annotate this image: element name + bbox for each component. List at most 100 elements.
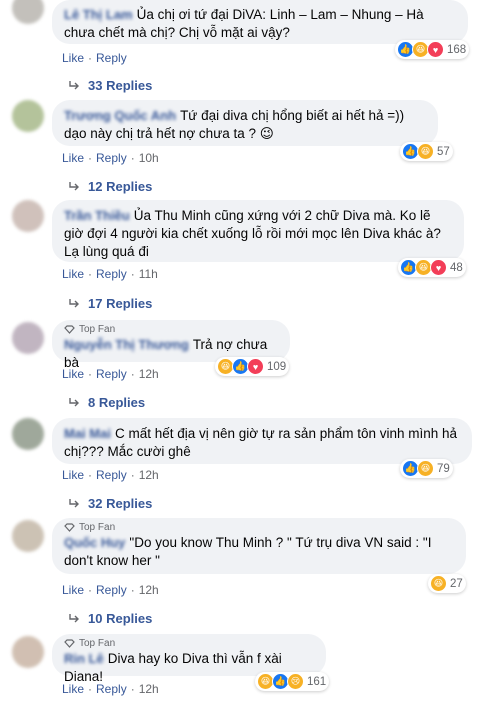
separator: ·: [130, 468, 135, 482]
reply-link[interactable]: Reply: [96, 367, 127, 381]
avatar[interactable]: [12, 100, 44, 132]
comment-actions: Like · Reply · 12h: [62, 367, 159, 381]
comment-bubble: Mai Mai C mất hết địa vị nên giờ tự ra sả…: [52, 418, 472, 464]
reaction-summary[interactable]: 😆 👍 😢 161: [255, 672, 330, 691]
like-link[interactable]: Like: [62, 367, 84, 381]
comment-author[interactable]: Trương Quốc Anh: [64, 108, 176, 123]
reply-link[interactable]: Reply: [96, 468, 127, 482]
avatar[interactable]: [12, 200, 44, 232]
reply-link[interactable]: Reply: [96, 682, 127, 696]
separator: ·: [130, 151, 135, 165]
reaction-summary[interactable]: 👍 😆 57: [400, 142, 453, 161]
separator: ·: [130, 583, 135, 597]
comment-actions: Like · Reply · 10h: [62, 151, 159, 165]
comment-author[interactable]: Lê Thị Lam: [64, 7, 133, 22]
replies-count: 17 Replies: [88, 296, 153, 311]
view-replies-link[interactable]: 12 Replies: [68, 179, 152, 194]
separator: ·: [88, 151, 93, 165]
like-link[interactable]: Like: [62, 151, 84, 165]
separator: ·: [88, 468, 93, 482]
reaction-count: 57: [437, 145, 450, 158]
reply-link[interactable]: Reply: [96, 267, 127, 281]
haha-reaction-icon: 😆: [417, 143, 434, 160]
reaction-summary[interactable]: 👍 😆 79: [400, 459, 453, 478]
avatar[interactable]: [12, 520, 44, 552]
reply-arrow-icon: [69, 613, 79, 622]
top-fan-icon: [64, 639, 75, 648]
reply-arrow-icon: [69, 181, 79, 190]
like-link[interactable]: Like: [62, 267, 84, 281]
top-fan-icon: [64, 523, 75, 532]
comment-bubble: Top Fan Quốc Huy "Do you know Thu Minh ? …: [52, 518, 466, 574]
comment-time[interactable]: 12h: [139, 468, 159, 482]
love-reaction-icon: ♥: [427, 41, 444, 58]
comment-actions: Like · Reply · 12h: [62, 583, 159, 597]
comment-time[interactable]: 10h: [139, 151, 159, 165]
comment-actions: Like · Reply · 12h: [62, 682, 159, 696]
love-reaction-icon: ♥: [247, 358, 264, 375]
reaction-count: 168: [447, 43, 467, 56]
separator: ·: [130, 682, 135, 696]
reaction-summary[interactable]: 👍 😆 ♥ 48: [398, 258, 466, 277]
separator: ·: [88, 682, 93, 696]
reaction-count: 48: [450, 261, 463, 274]
reply-link[interactable]: Reply: [96, 583, 127, 597]
reaction-count: 109: [267, 360, 287, 373]
comment-bubble: Top Fan Nguyễn Thị Thương Trả nợ chưa bà: [52, 320, 290, 370]
like-link[interactable]: Like: [62, 51, 84, 65]
avatar[interactable]: [12, 0, 44, 24]
comment-author[interactable]: Mai Mai: [64, 426, 111, 441]
comment-actions: Like · Reply: [62, 51, 127, 65]
replies-count: 33 Replies: [88, 78, 153, 93]
reply-arrow-icon: [69, 498, 79, 507]
separator: ·: [130, 267, 135, 281]
replies-count: 8 Replies: [88, 395, 146, 410]
like-link[interactable]: Like: [62, 583, 84, 597]
comment-author[interactable]: Nguyễn Thị Thương: [64, 337, 189, 352]
separator: ·: [130, 367, 135, 381]
separator: ·: [88, 267, 93, 281]
separator: ·: [88, 583, 93, 597]
comment-time[interactable]: 12h: [139, 583, 159, 597]
comment-author[interactable]: Quốc Huy: [64, 535, 125, 550]
comment-time[interactable]: 12h: [139, 682, 159, 696]
avatar[interactable]: [12, 418, 44, 450]
reaction-summary[interactable]: 😆 27: [428, 574, 466, 593]
reply-arrow-icon: [69, 80, 79, 89]
view-replies-link[interactable]: 10 Replies: [68, 611, 152, 626]
top-fan-badge: Top Fan: [64, 522, 454, 533]
comment-bubble: Lê Thị Lam Ủa chị ơi tứ đại DiVA: Linh – …: [52, 0, 468, 44]
view-replies-link[interactable]: 8 Replies: [68, 395, 145, 410]
replies-count: 32 Replies: [88, 496, 153, 511]
replies-count: 10 Replies: [88, 611, 153, 626]
view-replies-link[interactable]: 33 Replies: [68, 78, 152, 93]
comment-author[interactable]: Trần Thiều: [64, 208, 130, 223]
reaction-count: 161: [307, 675, 327, 688]
reaction-count: 27: [450, 577, 463, 590]
comment-actions: Like · Reply · 12h: [62, 468, 159, 482]
haha-reaction-icon: 😆: [417, 460, 434, 477]
top-fan-icon: [64, 325, 75, 334]
comment-time[interactable]: 11h: [139, 267, 158, 281]
separator: ·: [88, 367, 93, 381]
reply-link[interactable]: Reply: [96, 151, 127, 165]
reaction-summary[interactable]: 👍 😆 ♥ 168: [395, 40, 470, 59]
reaction-summary[interactable]: 😆 👍 ♥ 109: [215, 357, 290, 376]
reaction-count: 79: [437, 462, 450, 475]
like-link[interactable]: Like: [62, 468, 84, 482]
like-link[interactable]: Like: [62, 682, 84, 696]
avatar[interactable]: [12, 636, 44, 668]
love-reaction-icon: ♥: [430, 259, 447, 276]
top-fan-badge: Top Fan: [64, 638, 314, 649]
avatar[interactable]: [12, 322, 44, 354]
comment-author[interactable]: Rin Lê: [64, 651, 104, 666]
comment-bubble: Trương Quốc Anh Tứ đại diva chị hổng biết…: [52, 100, 438, 146]
view-replies-link[interactable]: 17 Replies: [68, 296, 152, 311]
reply-link[interactable]: Reply: [96, 51, 127, 65]
view-replies-link[interactable]: 32 Replies: [68, 496, 152, 511]
separator: ·: [88, 51, 93, 65]
top-fan-badge: Top Fan: [64, 324, 278, 335]
replies-count: 12 Replies: [88, 179, 153, 194]
comment-time[interactable]: 12h: [139, 367, 159, 381]
sad-reaction-icon: 😢: [287, 673, 304, 690]
